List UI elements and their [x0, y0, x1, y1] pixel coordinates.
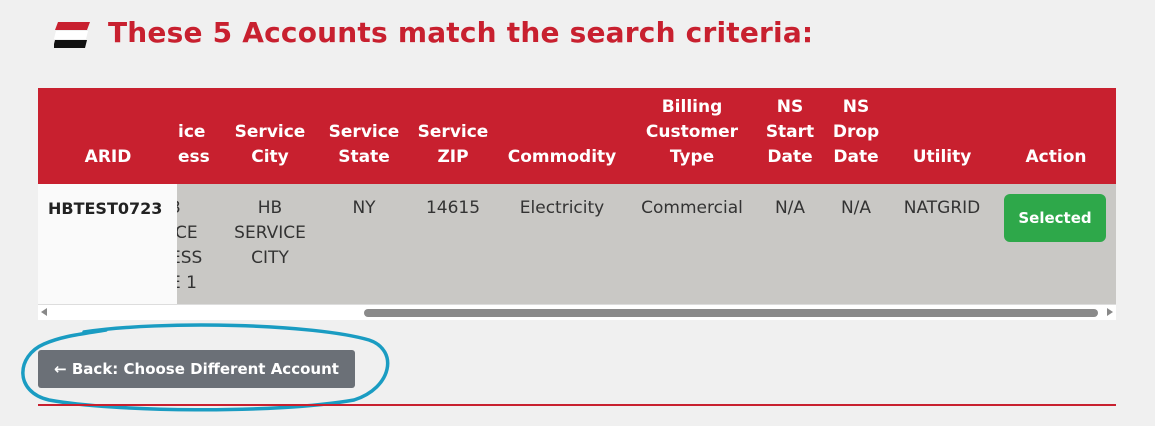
cell-ns-start-date: N/A [774, 198, 806, 218]
arid-sticky-cell: HBTEST0723 [38, 184, 177, 304]
scroll-thumb[interactable] [364, 309, 1098, 317]
divider [38, 404, 1116, 406]
page-title: These 5 Accounts match the search criter… [108, 16, 814, 49]
accounts-table: : ARID ice ess Service City Service Stat… [38, 88, 1116, 320]
cell-service-zip: 14615 [425, 198, 481, 218]
header-arid: ARID [84, 147, 132, 167]
flag-icon [54, 22, 90, 48]
scroll-left-arrow-icon[interactable] [41, 308, 47, 316]
cell-arid: HBTEST0723 [48, 199, 163, 218]
highlight-circle-annotation [21, 323, 390, 412]
cell-commodity: Electricity [519, 198, 605, 218]
cell-billing-customer-type: Commercial [641, 198, 743, 218]
header-commodity: Commodity [507, 147, 617, 167]
cell-service-city: HB SERVICE CITY [234, 198, 306, 268]
horizontal-scrollbar[interactable] [38, 304, 1116, 320]
cell-utility: NATGRID [903, 198, 981, 218]
cell-ns-drop-date: N/A [840, 198, 872, 218]
table-row: 3 ICE ESS E 1 HB SERVICE CITY NY 14615 E… [38, 184, 1116, 304]
header-action: Action [1025, 147, 1087, 167]
header-edge-fragment: : [38, 145, 39, 170]
header-service-state: Service State [328, 122, 400, 167]
selected-button[interactable]: Selected [1004, 194, 1106, 242]
header-service-zip: Service ZIP [417, 122, 489, 167]
scroll-right-arrow-icon[interactable] [1107, 308, 1113, 316]
header-ns-drop-date: NS Drop Date [832, 97, 880, 167]
header-utility: Utility [912, 147, 972, 167]
cell-service-state: NY [352, 198, 376, 218]
header-service-city: Service City [234, 122, 306, 167]
header-service-address: ice ess [178, 122, 210, 167]
table-header: : ARID ice ess Service City Service Stat… [38, 88, 1116, 184]
header-ns-start-date: NS Start Date [765, 97, 815, 167]
header-billing-customer-type: Billing Customer Type [645, 97, 739, 167]
